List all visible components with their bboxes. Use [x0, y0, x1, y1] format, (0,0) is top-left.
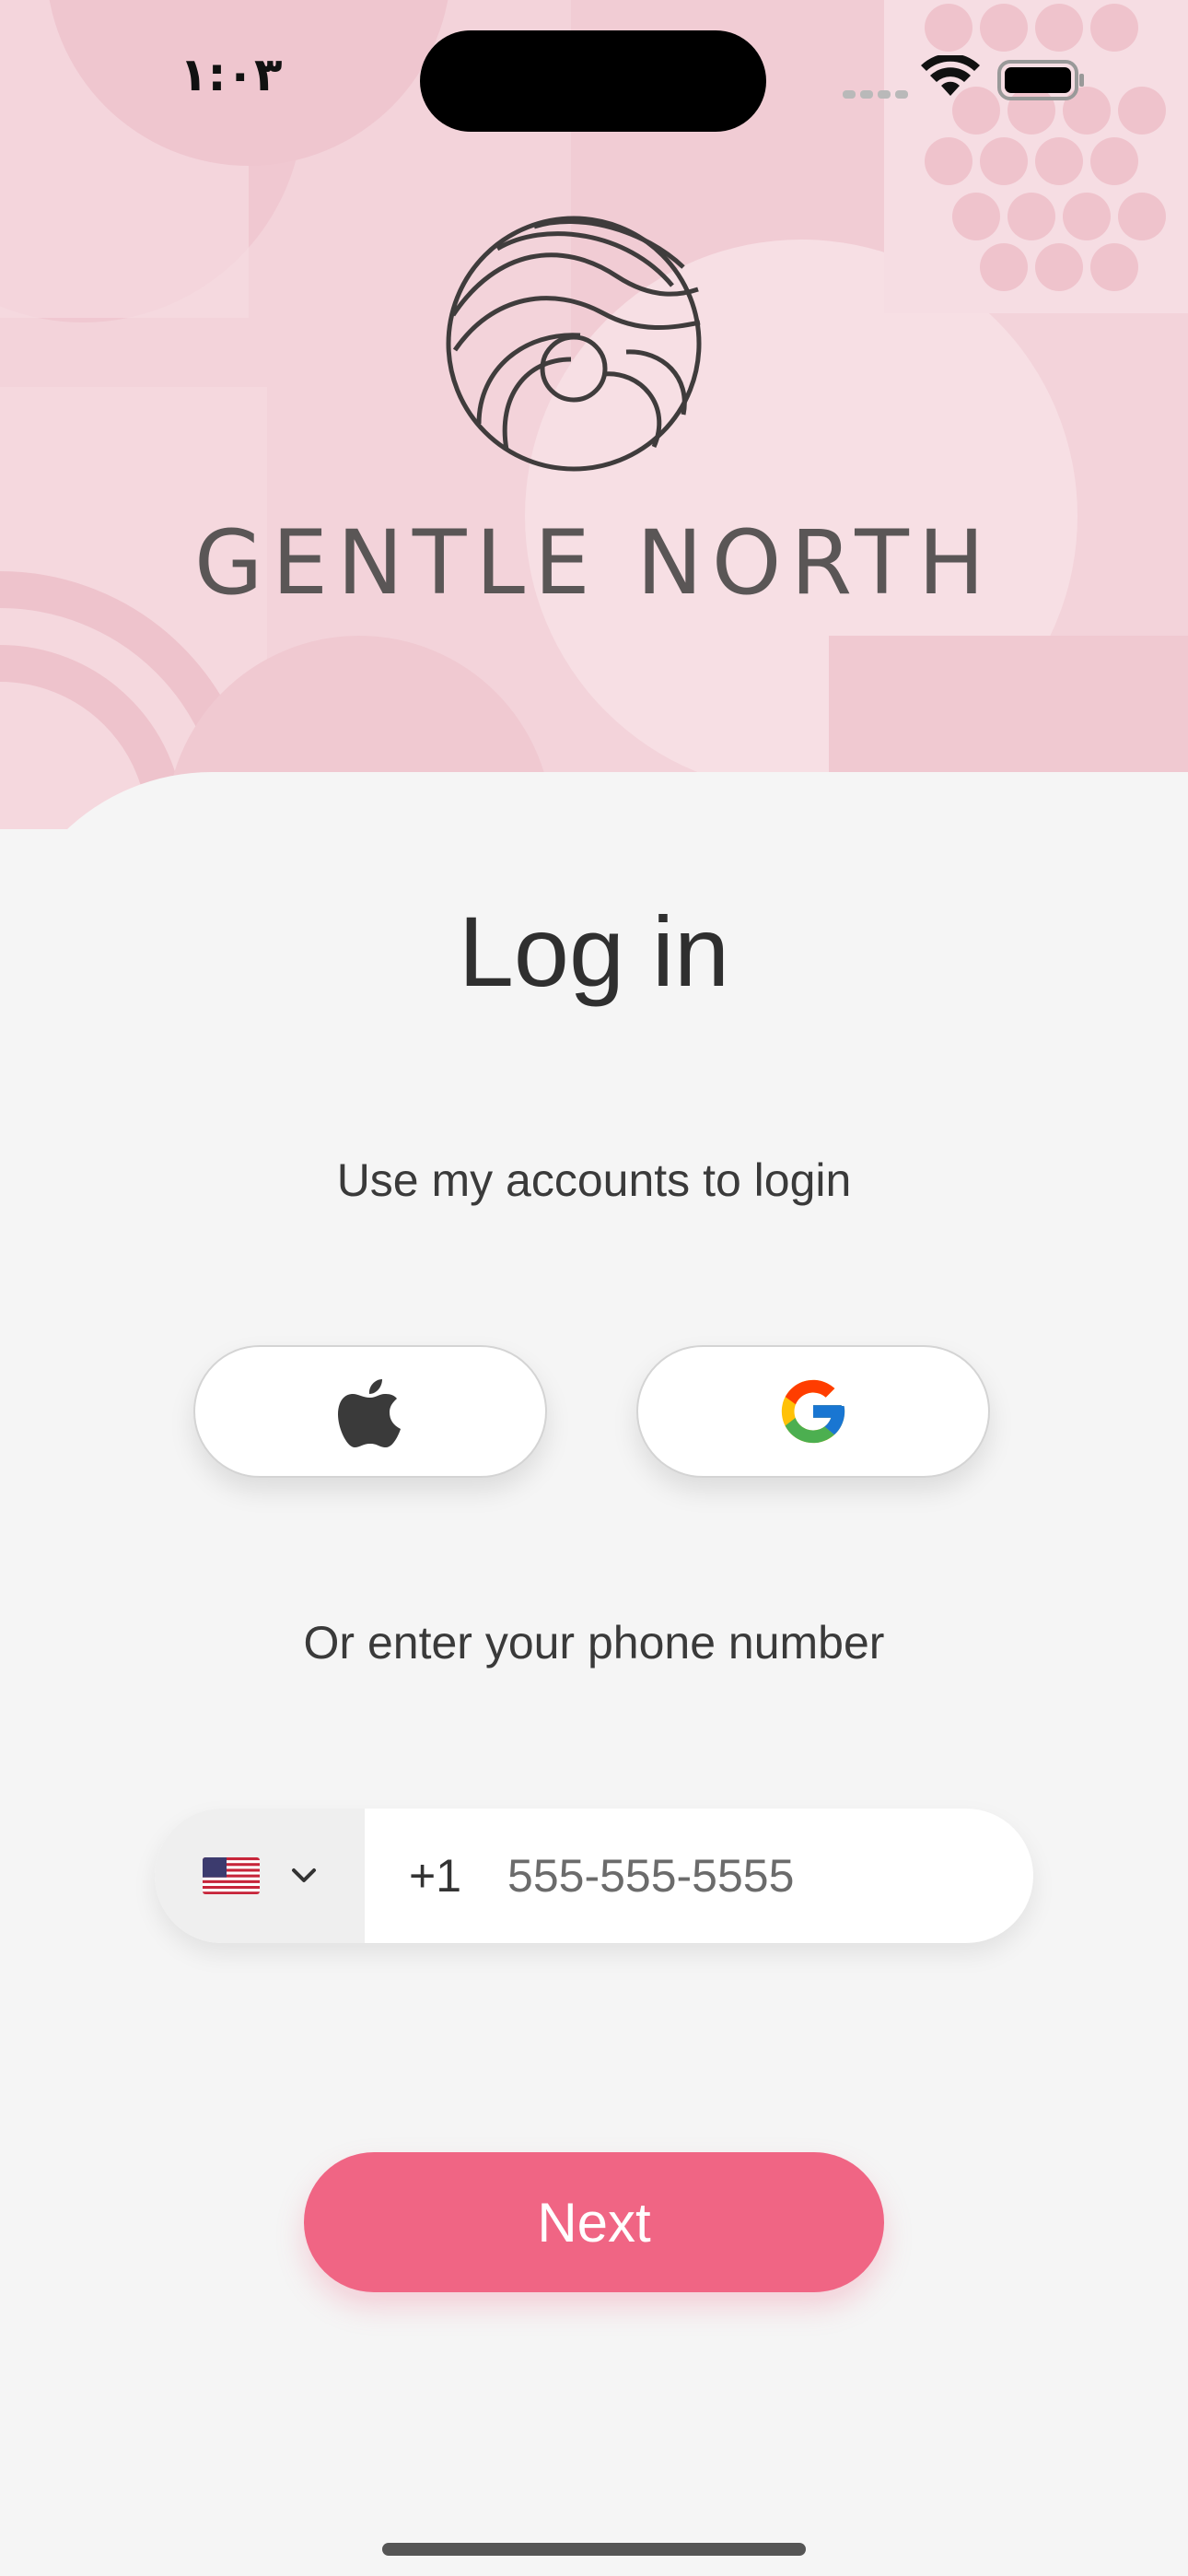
home-indicator	[382, 2543, 806, 2556]
login-sheet	[0, 772, 1188, 2576]
apple-login-button[interactable]	[193, 1345, 547, 1478]
dynamic-island	[420, 30, 766, 132]
status-bar: ١:٠٣	[0, 0, 1188, 157]
wifi-icon	[921, 55, 980, 96]
phone-input[interactable]	[507, 1849, 987, 1903]
phone-number-field: +1	[155, 1809, 1033, 1943]
dial-code: +1	[409, 1850, 462, 1902]
google-icon	[781, 1379, 845, 1444]
signal-icon	[843, 85, 913, 102]
phone-prompt: Or enter your phone number	[303, 1617, 885, 1669]
hero-banner: ١:٠٣ GENTLE NORTH	[0, 0, 1188, 829]
battery-icon	[997, 60, 1084, 100]
clock-time: ١:٠٣	[180, 48, 283, 101]
accounts-prompt: Use my accounts to login	[336, 1154, 852, 1206]
chevron-down-icon	[292, 1868, 316, 1882]
wave-circle-logo	[446, 216, 702, 472]
page-title: Log in	[458, 896, 730, 1007]
google-login-button[interactable]	[636, 1345, 990, 1478]
next-button[interactable]: Next	[304, 2152, 884, 2292]
country-selector[interactable]	[155, 1809, 365, 1943]
brand-name: GENTLE NORTH	[193, 511, 995, 615]
us-flag-icon	[203, 1857, 260, 1894]
apple-icon	[338, 1379, 401, 1447]
